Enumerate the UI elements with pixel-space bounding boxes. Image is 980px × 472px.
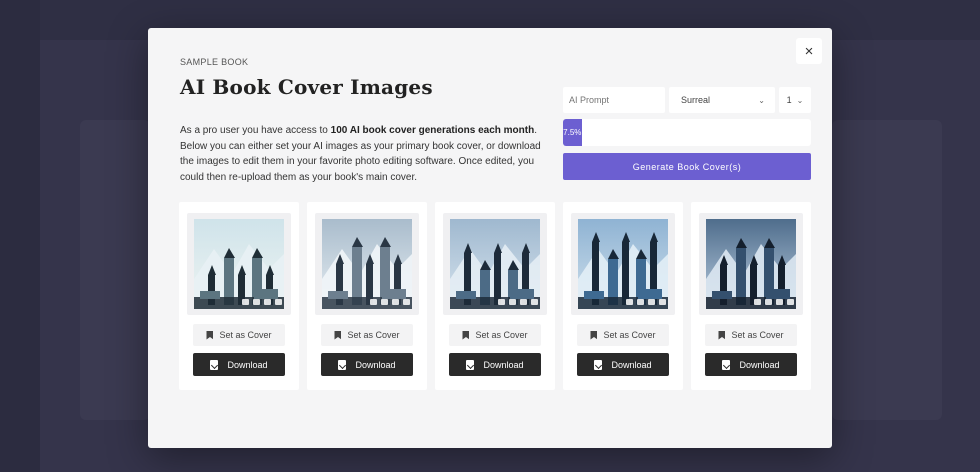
bookmark-icon[interactable] [648,299,655,305]
image-icon[interactable] [253,299,260,305]
close-icon[interactable]: × [796,38,822,64]
chevron-down-icon: ⌄ [796,95,804,105]
style-select[interactable]: Surreal ⌄ [669,87,775,113]
cover-image[interactable] [194,219,284,309]
set-as-cover-button[interactable]: Set as Cover [193,324,285,346]
cover-card: Set as Cover Download [563,202,683,390]
cover-image-frame [187,213,291,315]
set-as-cover-button[interactable]: Set as Cover [321,324,413,346]
cover-image[interactable] [450,219,540,309]
cover-image[interactable] [578,219,668,309]
bookmark-icon [718,330,726,340]
cover-image[interactable] [706,219,796,309]
image-icon[interactable] [637,299,644,305]
image-action-icons [370,299,410,305]
bookmark-icon [590,330,598,340]
progress-fill: 7.5% [563,119,582,146]
download-icon [722,359,731,370]
image-icon[interactable] [509,299,516,305]
cover-card: Set as Cover Download [435,202,555,390]
bookmark-icon [334,330,342,340]
download-icon [594,359,603,370]
cover-image-frame [315,213,419,315]
bookmark-icon [206,330,214,340]
image-action-icons [754,299,794,305]
book-label: SAMPLE BOOK [180,57,249,67]
image-icon[interactable] [765,299,772,305]
chevron-down-icon: ⌄ [758,95,765,105]
download-button[interactable]: Download [449,353,541,376]
image-icon[interactable] [626,299,633,305]
bookmark-icon[interactable] [776,299,783,305]
download-icon [210,359,219,370]
download-icon [466,359,475,370]
image-action-icons [626,299,666,305]
download-button[interactable]: Download [321,353,413,376]
bookmark-icon[interactable] [392,299,399,305]
ai-prompt-input[interactable] [563,87,665,113]
image-action-icons [242,299,282,305]
download-button[interactable]: Download [193,353,285,376]
cover-card: Set as Cover Download [179,202,299,390]
cover-grid: Set as Cover Download Set as Cover Downl… [179,202,811,390]
usage-progress-bar: 7.5% [563,119,811,146]
image-action-icons [498,299,538,305]
cover-image-frame [443,213,547,315]
bookmark-icon[interactable] [520,299,527,305]
download-icon [338,359,347,370]
cover-image-frame [699,213,803,315]
cover-card: Set as Cover Download [307,202,427,390]
cover-image-frame [571,213,675,315]
cover-card: Set as Cover Download [691,202,811,390]
generate-cover-button[interactable]: Generate Book Cover(s) [563,153,811,180]
image-icon[interactable] [498,299,505,305]
bookmark-icon [462,330,470,340]
download-icon[interactable] [275,299,282,305]
download-icon[interactable] [787,299,794,305]
image-icon[interactable] [370,299,377,305]
ai-cover-modal: × SAMPLE BOOK AI Book Cover Images As a … [148,28,832,448]
set-as-cover-button[interactable]: Set as Cover [449,324,541,346]
bookmark-icon[interactable] [264,299,271,305]
download-button[interactable]: Download [577,353,669,376]
image-icon[interactable] [381,299,388,305]
image-icon[interactable] [754,299,761,305]
set-as-cover-button[interactable]: Set as Cover [577,324,669,346]
set-as-cover-button[interactable]: Set as Cover [705,324,797,346]
download-icon[interactable] [403,299,410,305]
download-icon[interactable] [531,299,538,305]
modal-title: AI Book Cover Images [180,75,433,99]
download-button[interactable]: Download [705,353,797,376]
image-icon[interactable] [242,299,249,305]
count-select[interactable]: 1 ⌄ [779,87,811,113]
cover-image[interactable] [322,219,412,309]
download-icon[interactable] [659,299,666,305]
modal-description: As a pro user you have access to 100 AI … [180,125,541,183]
